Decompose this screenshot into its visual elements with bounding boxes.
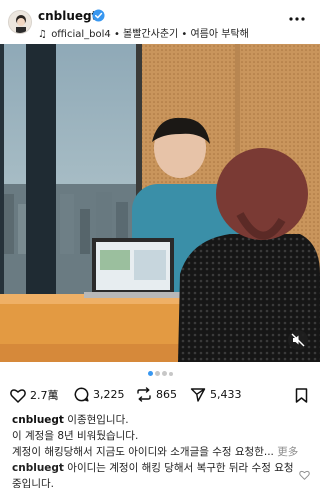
action-bar: 2.7萬 3,225 865 5,433: [0, 384, 320, 406]
caption-text-3: 계정이 해킹당해서 지금도 아이디와 소개글을 수정 요청한...: [12, 446, 274, 458]
repost-button[interactable]: 865: [136, 387, 177, 402]
like-button[interactable]: 2.7萬: [10, 387, 59, 403]
more-link[interactable]: 更多: [277, 446, 298, 458]
carousel-dot-active: [148, 371, 153, 376]
comment-item: cnbluegt 아이디는 계정이 해킹 당해서 복구한 뒤라 수정 요청중입니…: [12, 460, 302, 488]
like-count: 2.7萬: [30, 389, 59, 402]
repost-count: 865: [156, 388, 177, 401]
share-count: 5,433: [210, 388, 242, 401]
bookmark-icon[interactable]: [295, 388, 308, 403]
comment-button[interactable]: 3,225: [74, 387, 125, 402]
caption-text-2: 이 계정을 8년 비워뒀습니다.: [12, 430, 139, 442]
username[interactable]: cnbluegt: [38, 9, 97, 23]
post-header: cnbluegt ♫ official_bol4 • 볼빨간사춘기 • 여름아 …: [0, 0, 320, 44]
music-label: official_bol4 • 볼빨간사춘기 • 여름아 부탁해: [51, 29, 249, 40]
speaker-muted-icon: [291, 333, 305, 347]
post-photo[interactable]: [0, 44, 320, 362]
post-image: [0, 44, 320, 362]
post-caption: cnbluegt 이종현입니다. 이 계정을 8년 비워뒀습니다. 계정이 해킹…: [12, 412, 312, 460]
verified-badge-icon: [92, 9, 105, 22]
caption-line-1: cnbluegt 이종현입니다.: [12, 412, 312, 428]
music-attribution[interactable]: ♫ official_bol4 • 볼빨간사춘기 • 여름아 부탁해: [38, 25, 249, 40]
comment-username[interactable]: cnbluegt: [12, 462, 64, 474]
mute-button[interactable]: [288, 330, 308, 350]
avatar[interactable]: [8, 10, 32, 34]
comment-count: 3,225: [93, 388, 125, 401]
music-note-icon: ♫: [38, 29, 47, 40]
caption-username[interactable]: cnbluegt: [12, 414, 64, 426]
more-options-icon[interactable]: [288, 12, 306, 26]
caption-text-1: 이종현입니다.: [67, 414, 129, 426]
carousel-dot: [169, 372, 173, 376]
send-icon: [190, 388, 206, 402]
share-button[interactable]: 5,433: [190, 387, 242, 402]
carousel-dot: [162, 371, 167, 376]
caption-line-3: 계정이 해킹당해서 지금도 아이디와 소개글을 수정 요청한... 更多: [12, 444, 312, 460]
comment-like-icon[interactable]: [299, 470, 310, 480]
carousel-dot: [155, 371, 160, 376]
carousel-indicator: [148, 371, 173, 377]
comment-icon: [74, 387, 89, 402]
heart-icon: [10, 388, 26, 403]
repost-icon: [137, 387, 151, 402]
